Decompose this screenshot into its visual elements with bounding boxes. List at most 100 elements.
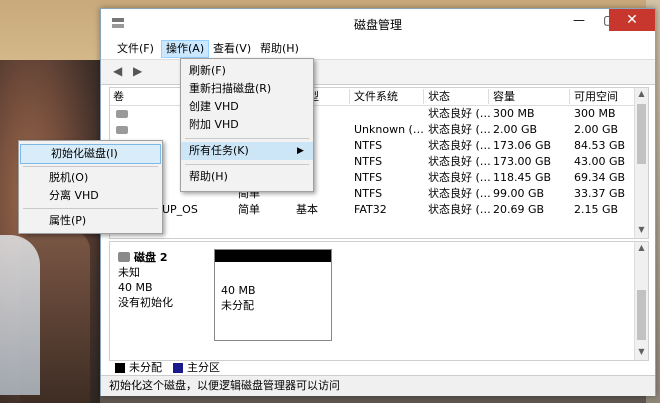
title-bar[interactable]: 磁盘管理 — ▢ ✕	[101, 9, 655, 39]
forward-arrow-icon[interactable]: ▶	[133, 64, 147, 78]
background-snow	[0, 235, 40, 395]
menu-separator	[23, 208, 158, 209]
cell-status: 状态良好 (…	[428, 187, 491, 200]
partition-size: 40 MB	[221, 284, 256, 297]
status-bar: 初始化这个磁盘，以便逻辑磁盘管理器可以访问	[101, 375, 655, 396]
scrollbar-thumb[interactable]	[637, 104, 646, 164]
column-capacity[interactable]: 容量	[488, 89, 569, 104]
legend: 未分配 主分区	[109, 361, 647, 375]
menu-item-label: 所有任务(K)	[189, 144, 249, 157]
table-row[interactable]: UP_OS 简单 基本 FAT32 状态良好 (… 20.69 GB 2.15 …	[110, 202, 635, 218]
disk-name: 磁盘 2	[134, 251, 168, 264]
cell-free-space: 84.53 GB	[574, 139, 626, 152]
menu-item-label: 创建 VHD	[189, 100, 239, 113]
scroll-down-icon[interactable]: ▼	[635, 346, 648, 358]
disk-info-panel[interactable]: 磁盘 2 未知 40 MB 没有初始化	[118, 250, 208, 310]
cell-free-space: 2.15 GB	[574, 203, 619, 216]
cell-type: 基本	[296, 203, 318, 216]
partition-text: 40 MB 未分配	[221, 283, 256, 313]
cell-status: 状态良好 (…	[428, 139, 491, 152]
scrollbar-thumb[interactable]	[637, 290, 646, 340]
column-status[interactable]: 状态	[423, 89, 488, 104]
menu-item-label: 刷新(F)	[189, 64, 226, 77]
menu-bar: 文件(F) 操作(A) 查看(V) 帮助(H)	[101, 39, 655, 59]
menu-item-offline[interactable]: 脱机(O)	[19, 169, 162, 187]
menu-item-label: 帮助(H)	[189, 170, 228, 183]
submenu-arrow-icon: ▶	[297, 146, 304, 156]
cell-filesystem: NTFS	[354, 139, 383, 152]
menu-item-refresh[interactable]: 刷新(F)	[181, 62, 313, 80]
menu-item-label: 属性(P)	[49, 214, 87, 227]
unallocated-partition[interactable]: 40 MB 未分配	[214, 249, 332, 341]
cell-filesystem: NTFS	[354, 155, 383, 168]
cell-filesystem: FAT32	[354, 203, 387, 216]
volume-list-scrollbar[interactable]: ▲ ▼	[634, 88, 648, 238]
cell-capacity: 173.00 GB	[493, 155, 552, 168]
legend-swatch-primary	[173, 363, 183, 373]
menu-file[interactable]: 文件(F)	[113, 41, 158, 57]
cell-free-space: 33.37 GB	[574, 187, 626, 200]
legend-swatch-unallocated	[115, 363, 125, 373]
column-filesystem[interactable]: 文件系统	[349, 89, 424, 104]
menu-item-label: 重新扫描磁盘(R)	[189, 82, 272, 95]
status-text: 初始化这个磁盘，以便逻辑磁盘管理器可以访问	[109, 379, 340, 392]
cell-volume: UP_OS	[162, 203, 198, 216]
cell-status: 状态良好 (…	[428, 155, 491, 168]
menu-item-all-tasks[interactable]: 所有任务(K) ▶	[181, 142, 313, 160]
cell-free-space: 300 MB	[574, 107, 616, 120]
cell-status: 状态良好 (…	[428, 123, 491, 136]
partition-state: 未分配	[221, 299, 254, 312]
minimize-button[interactable]: —	[564, 9, 594, 31]
disk-view-scrollbar[interactable]: ▲ ▼	[634, 242, 648, 360]
menu-item-label: 分离 VHD	[49, 189, 99, 202]
action-menu: 刷新(F) 重新扫描磁盘(R) 创建 VHD 附加 VHD 所有任务(K) ▶ …	[180, 58, 314, 192]
cell-capacity: 2.00 GB	[493, 123, 538, 136]
disk-graphical-view: 磁盘 2 未知 40 MB 没有初始化 40 MB 未分配 ▲ ▼	[109, 241, 649, 361]
menu-view[interactable]: 查看(V)	[209, 41, 255, 57]
cell-filesystem: Unknown (…	[354, 123, 424, 136]
cell-filesystem: NTFS	[354, 171, 383, 184]
menu-item-attach-vhd[interactable]: 附加 VHD	[181, 116, 313, 134]
cell-filesystem: NTFS	[354, 187, 383, 200]
menu-separator	[23, 166, 158, 167]
cell-status: 状态良好 (…	[428, 171, 491, 184]
menu-item-label: 初始化磁盘(I)	[51, 147, 118, 160]
menu-item-initialize-disk[interactable]: 初始化磁盘(I)	[20, 144, 161, 164]
menu-item-detach-vhd[interactable]: 分离 VHD	[19, 187, 162, 205]
cell-capacity: 99.00 GB	[493, 187, 545, 200]
cell-free-space: 43.00 GB	[574, 155, 626, 168]
all-tasks-submenu: 初始化磁盘(I) 脱机(O) 分离 VHD 属性(P)	[18, 140, 163, 234]
scroll-up-icon[interactable]: ▲	[635, 88, 648, 100]
drive-icon	[116, 110, 128, 118]
disk-icon	[118, 252, 130, 262]
cell-capacity: 118.45 GB	[493, 171, 552, 184]
cell-capacity: 20.69 GB	[493, 203, 545, 216]
cell-capacity: 300 MB	[493, 107, 535, 120]
menu-item-create-vhd[interactable]: 创建 VHD	[181, 98, 313, 116]
cell-layout: 简单	[238, 203, 260, 216]
menu-item-rescan[interactable]: 重新扫描磁盘(R)	[181, 80, 313, 98]
column-free-space[interactable]: 可用空间	[569, 89, 636, 104]
back-arrow-icon[interactable]: ◀	[113, 64, 127, 78]
cell-free-space: 69.34 GB	[574, 171, 626, 184]
scroll-down-icon[interactable]: ▼	[635, 224, 648, 236]
menu-separator	[185, 138, 309, 139]
column-volume[interactable]: 卷	[109, 89, 183, 104]
menu-help[interactable]: 帮助(H)	[256, 41, 303, 57]
disk-state: 没有初始化	[118, 296, 173, 309]
menu-item-label: 附加 VHD	[189, 118, 239, 131]
drive-icon	[116, 126, 128, 134]
menu-action[interactable]: 操作(A)	[161, 40, 210, 58]
menu-item-label: 脱机(O)	[49, 171, 89, 184]
disk-kind: 未知	[118, 266, 140, 279]
close-button[interactable]: ✕	[609, 9, 655, 31]
menu-item-properties[interactable]: 属性(P)	[19, 212, 162, 230]
cell-status: 状态良好 (…	[428, 107, 491, 120]
cell-capacity: 173.06 GB	[493, 139, 552, 152]
scroll-up-icon[interactable]: ▲	[635, 242, 648, 254]
disk-title-row: 磁盘 2	[118, 250, 208, 265]
menu-item-help[interactable]: 帮助(H)	[181, 168, 313, 186]
cell-status: 状态良好 (…	[428, 203, 491, 216]
disk-size: 40 MB	[118, 281, 153, 294]
legend-primary: 主分区	[187, 361, 220, 374]
